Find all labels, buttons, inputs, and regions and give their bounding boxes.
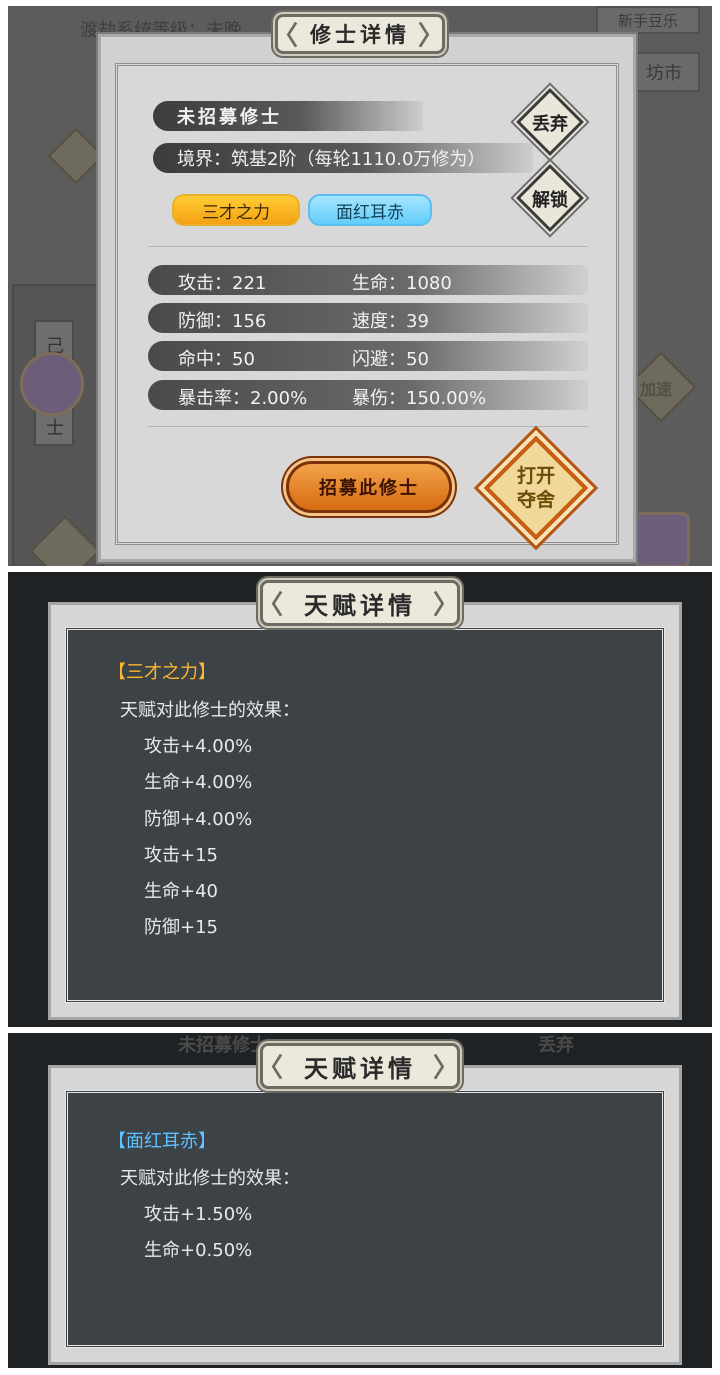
stat-dodge: 闪避：50 (352, 349, 429, 370)
talent-effect-item: 防御+15 (144, 917, 218, 938)
background-char-2: 士 (46, 418, 64, 439)
background-character-right (634, 512, 690, 566)
stat-hp: 生命：1080 (352, 273, 452, 294)
seize-body-label-line2: 夺舍 (516, 489, 555, 511)
stat-crit-damage: 暴伤：150.00% (352, 388, 487, 409)
recruit-button[interactable]: 招募此修士 (286, 461, 452, 513)
talent-detail-screen-mianhong: 未招募修士 丢弃 【面红耳赤】 天赋对此修士的效果： 攻击+1.50% 生命+0… (8, 1033, 712, 1368)
stat-attack: 攻击：221 (178, 273, 267, 294)
section-divider (148, 246, 588, 247)
talent-effect-item: 生命+40 (144, 881, 218, 902)
talent-detail-dialog: 【面红耳赤】 天赋对此修士的效果： 攻击+1.50% 生命+0.50% (48, 1065, 682, 1365)
talent-effect-item: 攻击+15 (144, 845, 218, 866)
background-speed-label: 加速 (640, 380, 673, 399)
stat-speed: 速度：39 (352, 311, 429, 332)
talent-effect-item: 生命+0.50% (144, 1240, 253, 1261)
talent-tag-mianhong[interactable]: 面红耳赤 (308, 194, 432, 226)
talent-detail-body: 【面红耳赤】 天赋对此修士的效果： 攻击+1.50% 生命+0.50% (65, 1090, 665, 1348)
stat-row-defense-speed: 防御：156 速度：39 (148, 303, 588, 333)
talent-name: 【面红耳赤】 (108, 1131, 216, 1152)
realm-label: 境界：筑基2阶（每轮1110.0万修为） (153, 143, 533, 173)
stat-hit: 命中：50 (178, 349, 255, 370)
talent-tag-sancai[interactable]: 三才之力 (172, 194, 300, 226)
background-diamond-left (47, 127, 105, 185)
talent-dialog-title: 天赋详情 (260, 1043, 460, 1089)
stat-crit-rate: 暴击率：2.00% (178, 388, 308, 409)
background-status-label: 未招募修士 (178, 1035, 268, 1056)
talent-dialog-title: 天赋详情 (260, 580, 460, 626)
talent-detail-dialog: 【三才之力】 天赋对此修士的效果： 攻击+4.00% 生命+4.00% 防御+4… (48, 602, 682, 1020)
background-avatar (20, 352, 84, 416)
background-newbie-button: 新手豆乐 (596, 6, 700, 34)
seize-body-button-label[interactable]: 打开 夺舍 (486, 464, 586, 512)
background-discard-label: 丢弃 (538, 1035, 574, 1056)
stat-defense: 防御：156 (178, 311, 267, 332)
unlock-button-label[interactable]: 解锁 (515, 186, 585, 212)
talent-name: 【三才之力】 (108, 662, 216, 683)
background-market-button: 坊市 (628, 52, 700, 92)
talent-detail-body: 【三才之力】 天赋对此修士的效果： 攻击+4.00% 生命+4.00% 防御+4… (65, 627, 665, 1003)
seize-body-label-line1: 打开 (516, 465, 555, 487)
stat-row-hit-dodge: 命中：50 闪避：50 (148, 341, 588, 371)
recruit-status-label: 未招募修士 (153, 101, 423, 131)
talent-effect-item: 攻击+4.00% (144, 736, 253, 757)
dialog-title: 修士详情 (275, 14, 445, 54)
section-divider-bottom (148, 426, 588, 427)
talent-detail-screen-sancai: 【三才之力】 天赋对此修士的效果： 攻击+4.00% 生命+4.00% 防御+4… (8, 572, 712, 1027)
stat-row-crit: 暴击率：2.00% 暴伤：150.00% (148, 380, 588, 410)
talent-effect-heading: 天赋对此修士的效果： (120, 700, 300, 721)
talent-effect-item: 攻击+1.50% (144, 1204, 253, 1225)
talent-effect-heading: 天赋对此修士的效果： (120, 1168, 300, 1189)
stat-row-attack-hp: 攻击：221 生命：1080 (148, 265, 588, 295)
discard-button-label[interactable]: 丢弃 (515, 110, 585, 136)
cultivator-detail-screen: 渡劫系统等级：未晚 新手豆乐 坊市 己 士 加速 修士详情 未招募修士 境界：筑… (8, 6, 712, 566)
talent-effect-item: 生命+4.00% (144, 772, 253, 793)
talent-effect-item: 防御+4.00% (144, 809, 253, 830)
